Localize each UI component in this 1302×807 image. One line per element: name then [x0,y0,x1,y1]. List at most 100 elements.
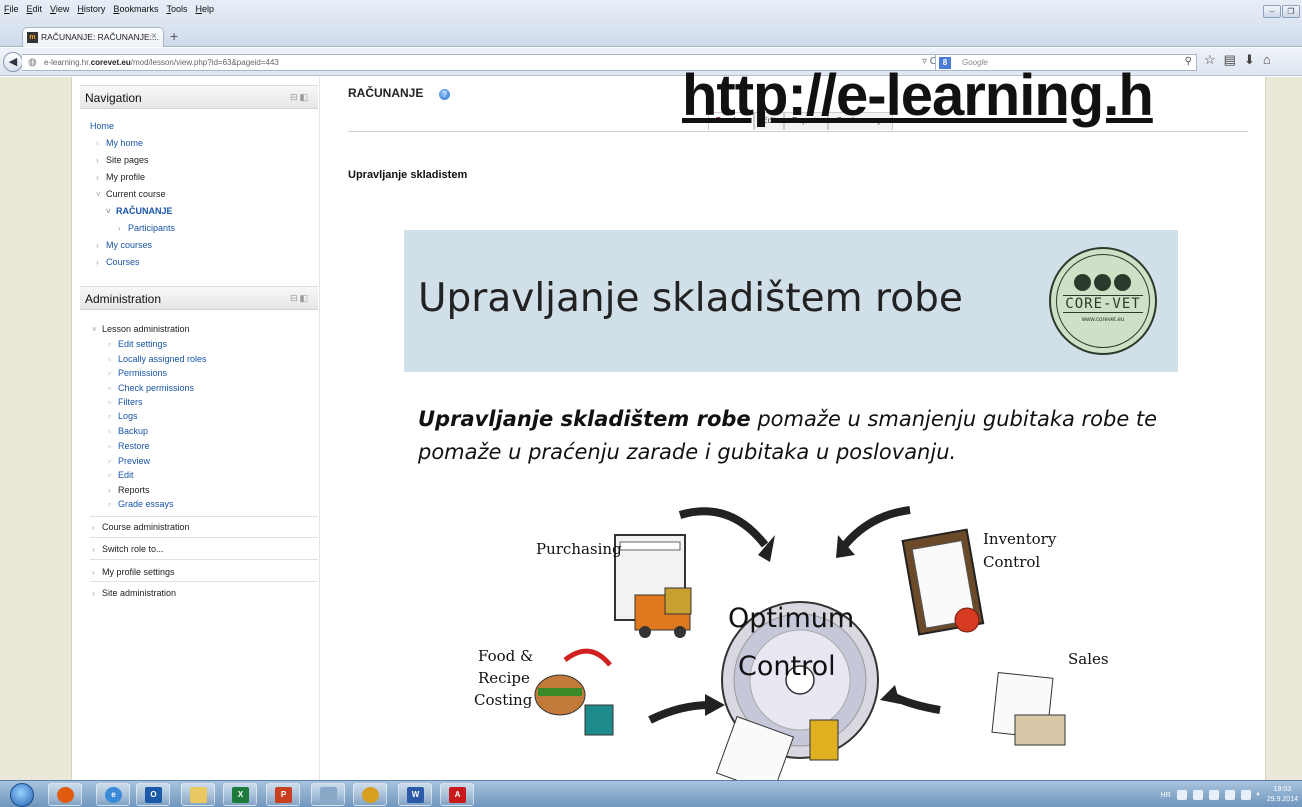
admin-restore[interactable]: ▫ Restore [108,441,150,451]
nav-item-current-course[interactable]: ˅ Current course [96,189,166,199]
internet-explorer-taskbar-icon[interactable]: e [96,783,130,806]
clock-time: 19:03 [1273,786,1292,793]
tray-outlook-icon[interactable] [1192,790,1203,800]
nav-item-label: My courses [106,240,153,250]
browser-tab[interactable]: m RAČUNANJE: RAČUNANJE:... × [22,27,164,47]
powerpoint-taskbar-icon[interactable]: P [266,783,300,806]
start-button[interactable] [10,783,34,807]
volume-icon[interactable]: 🔈︎ [1257,791,1261,799]
diagram-sales: Sales [1068,650,1109,668]
site-identity-icon[interactable]: ◍ [28,57,37,68]
nav-item-label: Locally assigned roles [118,354,207,364]
acrobat-taskbar-icon[interactable]: A [440,783,474,806]
nav-item-label: Edit settings [118,339,168,349]
administration-title: Administration [85,292,162,306]
admin-logs[interactable]: ▫ Logs [108,411,138,421]
download-icon[interactable]: ⬇ [1244,52,1255,68]
navigation-title: Navigation [85,91,142,105]
roles-icon: ▫ [108,355,111,364]
logs-icon: ▫ [108,412,111,421]
menu-help[interactable]: Help [195,4,214,14]
admin-check-permissions[interactable]: ▫ Check permissions [108,383,194,393]
page-left-margin [0,77,72,780]
divider [348,131,1248,132]
site-administration[interactable]: › Site administration [92,588,176,598]
outlook-taskbar-icon[interactable]: O [136,783,170,806]
permissions-icon: ▫ [108,369,111,378]
nav-item-site-pages[interactable]: › Site pages [96,155,149,165]
nav-item-my-home[interactable]: ▫ My home [96,138,143,148]
chevron-right-icon: › [92,568,95,577]
switch-role[interactable]: › Switch role to... [92,544,164,554]
excel-taskbar-icon[interactable]: X [223,783,257,806]
bookmark-star-icon[interactable]: ☆ [1204,52,1216,68]
bookmarks-list-icon[interactable]: ▤ [1224,52,1236,68]
navigation-block-header: Navigation ⊟◧ [80,85,318,109]
close-tab-icon[interactable]: × [151,31,157,42]
firefox-taskbar-icon[interactable] [48,783,82,806]
nav-item-courses[interactable]: › Courses [96,257,140,267]
nav-item-label: Lesson administration [102,324,190,334]
nav-item-racunanje[interactable]: ˅ RAČUNANJE [106,206,173,216]
word-taskbar-icon[interactable]: W [398,783,432,806]
admin-backup[interactable]: ▫ Backup [108,426,148,436]
course-administration[interactable]: › Course administration [92,522,190,532]
my-profile-settings[interactable]: › My profile settings [92,567,175,577]
home-icon[interactable]: ⌂ [1263,52,1271,68]
admin-edit[interactable]: ▫ Edit [108,470,134,480]
taskbar: e O X P W A HR 🔈︎ 19:03 29.9.2014 [0,780,1302,807]
chevron-right-icon: › [118,224,121,233]
admin-reports[interactable]: › Reports [108,485,150,495]
nav-item-my-courses[interactable]: › My courses [96,240,152,250]
new-tab-button[interactable]: + [170,28,178,44]
diagram-inventory-line2: Control [983,553,1041,571]
chrome-taskbar-icon[interactable] [353,783,387,806]
search-icon[interactable]: ⚲ [1185,56,1192,67]
battery-icon[interactable] [1240,790,1251,800]
block-controls-icon[interactable]: ⊟◧ [290,92,310,103]
menu-bar: File Edit View History Bookmarks Tools H… [0,0,1302,25]
nav-item-my-profile[interactable]: › My profile [96,172,145,182]
restore-button[interactable]: ❐ [1282,5,1300,18]
menu-bookmarks[interactable]: Bookmarks [113,4,158,14]
menu-view[interactable]: View [50,4,69,14]
slide-text: Upravljanje skladištem robe pomaže u sma… [418,403,1158,469]
slide-banner: Upravljanje skladištem robe CORE-VET www… [404,230,1178,372]
diagram-purchasing: Purchasing [536,540,622,558]
lesson-administration[interactable]: ˅ Lesson administration [92,324,190,334]
nav-item-participants[interactable]: › Participants [118,223,175,233]
admin-permissions[interactable]: ▫ Permissions [108,368,167,378]
tray-update-icon[interactable] [1208,790,1219,800]
chevron-down-icon: ˅ [96,190,101,199]
nav-item-label: Permissions [118,368,168,378]
clock[interactable]: 19:03 29.9.2014 [1267,785,1298,805]
minimize-button[interactable]: – [1263,5,1281,18]
admin-preview[interactable]: ▫ Preview [108,456,150,466]
menu-edit[interactable]: Edit [27,4,43,14]
admin-locally-assigned-roles[interactable]: ▫ Locally assigned roles [108,354,207,364]
logo-site: www.corevet.eu [1081,317,1125,323]
divider [90,581,318,582]
help-icon[interactable]: ? [439,89,450,100]
admin-edit-settings[interactable]: ▫ Edit settings [108,339,167,349]
nav-item-home[interactable]: Home [90,121,114,131]
moodle-favicon-icon: m [27,32,38,43]
tray-app-icon[interactable] [1176,790,1187,800]
menu-file[interactable]: File [4,4,19,14]
network-icon[interactable] [1224,790,1235,800]
file-explorer-taskbar-icon[interactable] [181,783,215,806]
back-button[interactable]: ◀ [3,52,23,72]
slide-text-bold: Upravljanje skladištem robe [418,407,751,431]
menu-tools[interactable]: Tools [166,4,187,14]
page-icon: ▫ [96,139,99,148]
menu-history[interactable]: History [77,4,105,14]
tab-title: RAČUNANJE: RAČUNANJE:... [41,32,160,42]
nav-item-label: Courses [106,257,140,267]
language-indicator[interactable]: HR [1161,792,1171,799]
onenote-taskbar-icon[interactable] [311,783,345,806]
nav-item-label: Site administration [102,588,177,598]
admin-filters[interactable]: ▫ Filters [108,397,143,407]
block-controls-icon[interactable]: ⊟◧ [290,293,310,304]
admin-grade-essays[interactable]: ▫ Grade essays [108,499,174,509]
filter-icon: ▫ [108,398,111,407]
